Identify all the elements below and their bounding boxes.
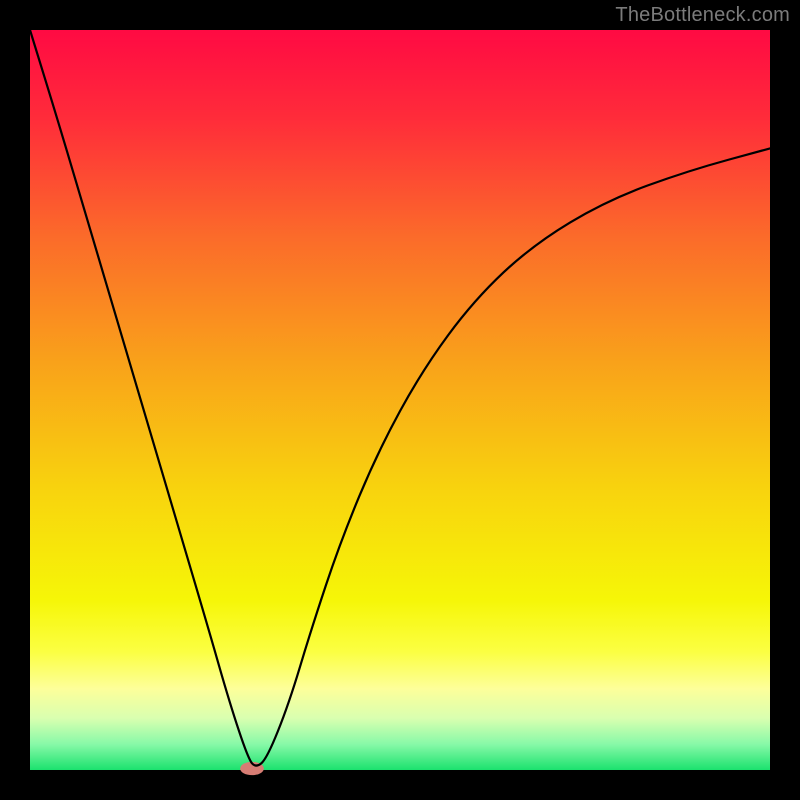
watermark-text: TheBottleneck.com [615,4,790,27]
bottleneck-chart [0,0,800,800]
chart-frame: TheBottleneck.com [0,0,800,800]
